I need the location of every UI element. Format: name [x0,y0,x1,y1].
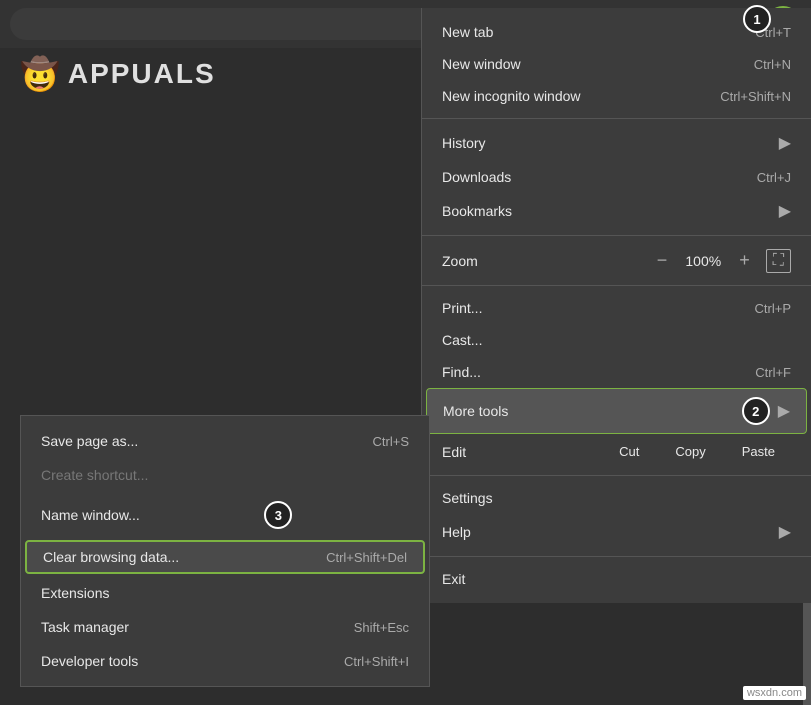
copy-button[interactable]: Copy [659,440,721,463]
arrow-icon: ▶ [779,133,791,153]
menu-item-help[interactable]: Help ▶ [422,514,811,550]
zoom-out-button[interactable]: − [649,248,676,273]
separator-2 [422,235,811,236]
logo-area: 🤠 APPUALS [20,55,216,93]
menu-item-find[interactable]: Find... Ctrl+F [422,356,811,388]
menu-item-cast[interactable]: Cast... [422,324,811,356]
menu-item-bookmarks[interactable]: Bookmarks ▶ [422,193,811,229]
separator-5 [422,556,811,557]
watermark: wsxdn.com [743,686,806,700]
submenu-item-name-window[interactable]: Name window... 3 [21,492,429,538]
menu-item-downloads[interactable]: Downloads Ctrl+J [422,161,811,193]
separator-4 [422,475,811,476]
menu-item-history[interactable]: History ▶ [422,125,811,161]
annotation-3: 3 [264,501,292,529]
submenu-item-create-shortcut[interactable]: Create shortcut... [21,458,429,492]
menu-item-settings[interactable]: Settings [422,482,811,514]
zoom-level: 100% [683,253,723,269]
menu-item-new-window[interactable]: New window Ctrl+N [422,48,811,80]
menu-item-new-incognito[interactable]: New incognito window Ctrl+Shift+N [422,80,811,112]
arrow-icon: ▶ [779,522,791,542]
edit-row: Edit Cut Copy Paste [422,434,811,469]
separator-3 [422,285,811,286]
annotation-1: 1 [743,5,771,33]
separator-1 [422,118,811,119]
chrome-context-menu: New tab Ctrl+T New window Ctrl+N New inc… [421,8,811,603]
arrow-icon: ▶ [778,401,790,421]
zoom-row: Zoom − 100% + ⛶ [422,242,811,279]
logo-text: APPUALS [68,58,216,90]
paste-button[interactable]: Paste [726,440,791,463]
more-tools-submenu: Save page as... Ctrl+S Create shortcut..… [20,415,430,687]
submenu-item-clear-browsing[interactable]: Clear browsing data... Ctrl+Shift+Del [25,540,425,574]
menu-item-more-tools[interactable]: More tools 2 ▶ [426,388,807,434]
submenu-item-save-page[interactable]: Save page as... Ctrl+S [21,424,429,458]
zoom-in-button[interactable]: + [731,248,758,273]
submenu-item-extensions[interactable]: Extensions [21,576,429,610]
menu-item-exit[interactable]: Exit [422,563,811,595]
submenu-item-task-manager[interactable]: Task manager Shift+Esc [21,610,429,644]
arrow-icon: ▶ [779,201,791,221]
submenu-item-devtools[interactable]: Developer tools Ctrl+Shift+I [21,644,429,678]
menu-item-print[interactable]: Print... Ctrl+P [422,292,811,324]
cut-button[interactable]: Cut [603,440,655,463]
annotation-2: 2 [742,397,770,425]
fullscreen-button[interactable]: ⛶ [766,249,791,273]
